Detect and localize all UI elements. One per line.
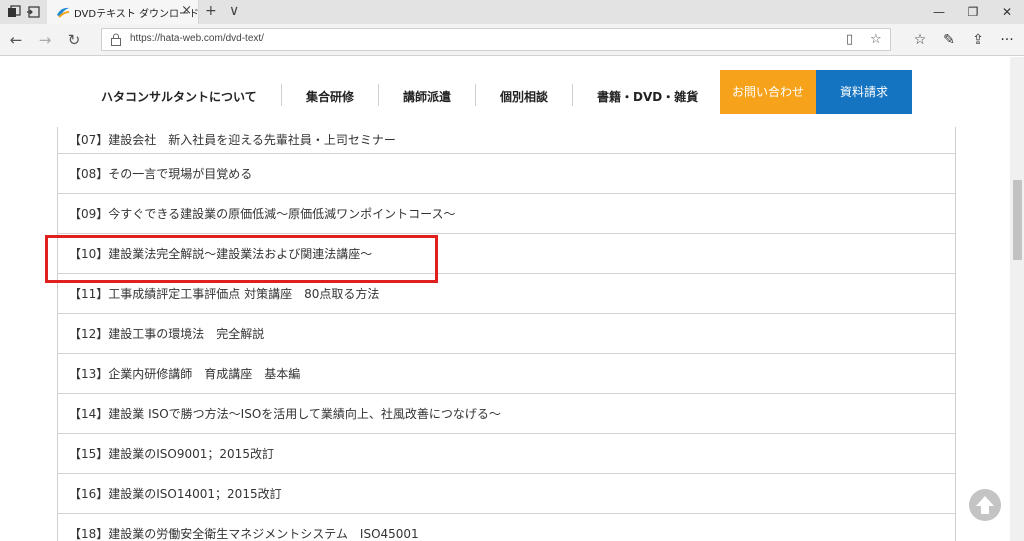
site-header: ハタコンサルタントについて 集合研修 講師派遣 個別相談 書籍・DVD・雑貨 お… — [0, 57, 1010, 127]
tab-close-icon[interactable]: × — [181, 3, 192, 19]
navigation-bar: ← → ↻ https://hata-web.com/dvd-text/ ▯ ☆… — [0, 24, 1024, 56]
scrollbar-thumb[interactable] — [1013, 180, 1022, 260]
list-item[interactable]: 【18】建設業の労働安全衛生マネジメントシステム ISO45001 — [58, 514, 955, 541]
contact-button[interactable]: お問い合わせ — [720, 70, 816, 114]
menu-divider — [378, 84, 379, 106]
web-notes-icon[interactable]: ✎ — [938, 30, 960, 50]
highlight-box — [45, 235, 438, 283]
menu-divider — [475, 84, 476, 106]
refresh-icon[interactable]: ↻ — [64, 30, 84, 50]
list-item[interactable]: 【16】建設業のISO14001；2015改訂 — [58, 474, 955, 514]
active-tab[interactable]: DVDテキスト ダウンロード × — [47, 0, 199, 24]
list-item[interactable]: 【12】建設工事の環境法 完全解説 — [58, 314, 955, 354]
menu-about[interactable]: ハタコンサルタントについて — [101, 88, 257, 105]
back-to-top-icon[interactable] — [968, 488, 1002, 522]
url-text[interactable]: https://hata-web.com/dvd-text/ — [130, 33, 264, 44]
menu-group-training[interactable]: 集合研修 — [306, 88, 354, 105]
new-tab-icon[interactable]: + — [205, 2, 217, 20]
list-item[interactable]: 【15】建設業のISO9001；2015改訂 — [58, 434, 955, 474]
minimize-icon[interactable]: — — [922, 0, 956, 24]
tab-list-icon[interactable]: ∨ — [229, 2, 239, 20]
tab-actions-icon[interactable] — [6, 4, 22, 20]
lock-icon — [111, 33, 121, 46]
menu-consultation[interactable]: 個別相談 — [500, 88, 548, 105]
page-scrollbar[interactable] — [1010, 57, 1024, 541]
list-item[interactable]: 【14】建設業 ISOで勝つ方法〜ISOを活用して業績向上、社風改善につなげる〜 — [58, 394, 955, 434]
list-item[interactable]: 【07】建設会社 新入社員を迎える先輩社員・上司セミナー — [58, 127, 955, 154]
list-item[interactable]: 【09】今すぐできる建設業の原価低減〜原価低減ワンポイントコース〜 — [58, 194, 955, 234]
site-favicon-icon — [57, 7, 70, 18]
address-bar[interactable]: https://hata-web.com/dvd-text/ ▯ ☆ — [101, 28, 891, 51]
list-item[interactable]: 【13】企業内研修講師 育成講座 基本編 — [58, 354, 955, 394]
reading-view-icon[interactable]: ▯ — [846, 31, 853, 48]
restore-icon[interactable]: ❐ — [956, 0, 990, 24]
menu-lecturer-dispatch[interactable]: 講師派遣 — [403, 88, 451, 105]
close-window-icon[interactable]: ✕ — [990, 0, 1024, 24]
share-icon[interactable]: ⇪ — [967, 30, 989, 50]
menu-books-dvd[interactable]: 書籍・DVD・雑貨 — [597, 88, 698, 105]
forward-icon[interactable]: → — [35, 30, 55, 50]
menu-divider — [281, 84, 282, 106]
set-aside-tabs-icon[interactable] — [26, 4, 42, 20]
more-icon[interactable]: ··· — [996, 30, 1018, 50]
dvd-text-list: 【07】建設会社 新入社員を迎える先輩社員・上司セミナー 【08】その一言で現場… — [57, 127, 956, 541]
favorite-star-icon[interactable]: ☆ — [870, 31, 882, 48]
list-item[interactable]: 【08】その一言で現場が目覚める — [58, 154, 955, 194]
menu-divider — [572, 84, 573, 106]
favorites-hub-icon[interactable]: ☆ — [909, 30, 931, 50]
title-bar: DVDテキスト ダウンロード × + ∨ — ❐ ✕ — [0, 0, 1024, 24]
back-icon[interactable]: ← — [6, 30, 26, 50]
request-materials-button[interactable]: 資料請求 — [816, 70, 912, 114]
